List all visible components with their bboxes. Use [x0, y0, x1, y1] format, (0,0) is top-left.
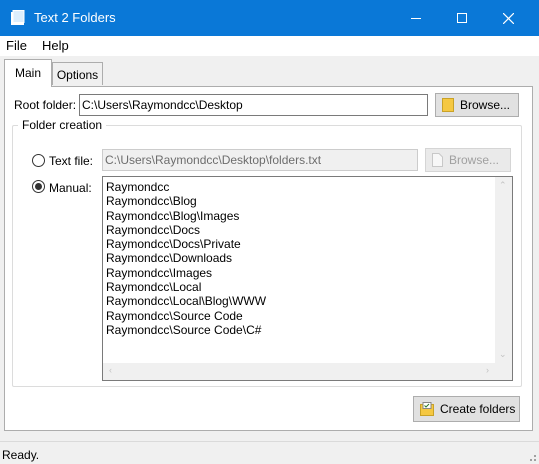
text-file-browse-button[interactable]: Browse... [425, 148, 511, 172]
menu-bar: File Help [0, 36, 539, 56]
vertical-scrollbar[interactable]: ⌃ ⌄ [495, 177, 512, 363]
create-folder-icon [420, 402, 434, 416]
folder-line: Raymondcc\Downloads [106, 251, 233, 266]
window-title: Text 2 Folders [34, 10, 116, 25]
minimize-button[interactable] [393, 0, 439, 36]
text-file-browse-label: Browse... [449, 153, 500, 167]
scroll-down-arrow-icon[interactable]: ⌄ [499, 349, 507, 360]
status-bar: Ready. [0, 441, 539, 464]
folder-icon [442, 98, 454, 112]
scroll-up-arrow-icon[interactable]: ⌃ [499, 180, 507, 191]
folder-app-icon [11, 10, 25, 25]
title-bar: Text 2 Folders [0, 0, 539, 36]
menu-file[interactable]: File [6, 38, 27, 53]
create-folders-label: Create folders [440, 402, 516, 416]
close-icon [502, 12, 514, 24]
close-button[interactable] [485, 0, 531, 36]
root-folder-input[interactable]: C:\Users\Raymondcc\Desktop [79, 94, 428, 116]
root-browse-label: Browse... [460, 98, 511, 112]
status-text: Ready. [2, 448, 40, 462]
resize-grip-icon[interactable] [526, 451, 536, 461]
manual-folder-lines: Raymondcc Raymondcc\Blog Raymondcc\Blog\… [106, 180, 492, 337]
folder-line: Raymondcc\Local [106, 280, 202, 295]
text-file-radio[interactable] [32, 154, 45, 167]
menu-help[interactable]: Help [42, 38, 69, 53]
tab-options[interactable]: Options [52, 62, 103, 85]
folder-line: Raymondcc\Source Code [106, 308, 243, 323]
minimize-icon [411, 18, 421, 19]
folder-line: Raymondcc\Blog [106, 194, 197, 209]
manual-folders-textarea[interactable]: Raymondcc Raymondcc\Blog Raymondcc\Blog\… [102, 176, 513, 381]
root-browse-button[interactable]: Browse... [435, 93, 519, 117]
folder-line: Raymondcc\Blog\Images [106, 208, 240, 223]
maximize-icon [457, 13, 467, 23]
tab-main[interactable]: Main [4, 59, 52, 87]
folder-line: Raymondcc [106, 180, 170, 194]
scroll-right-arrow-icon[interactable]: › [486, 365, 489, 375]
text-file-input[interactable]: C:\Users\Raymondcc\Desktop\folders.txt [102, 149, 418, 171]
tab-options-label: Options [56, 68, 99, 82]
manual-label: Manual: [49, 181, 92, 195]
folder-line: Raymondcc\Docs\Private [106, 237, 241, 252]
folder-creation-title: Folder creation [18, 118, 107, 132]
maximize-button[interactable] [439, 0, 485, 36]
folder-line: Raymondcc\Docs [106, 222, 201, 237]
root-folder-label: Root folder: [14, 98, 77, 112]
horizontal-scrollbar[interactable]: ‹ › [103, 363, 495, 380]
scrollbar-corner [495, 363, 512, 380]
text-file-label: Text file: [49, 154, 94, 168]
create-folders-button[interactable]: Create folders [413, 396, 520, 422]
folder-line: Raymondcc\Local\Blog\WWW [106, 294, 267, 309]
manual-radio[interactable] [32, 180, 45, 193]
tab-strip: Main Options [0, 56, 539, 87]
radio-selected-dot [35, 183, 42, 190]
scroll-left-arrow-icon[interactable]: ‹ [109, 365, 112, 375]
folder-line: Raymondcc\Images [106, 265, 213, 280]
folder-line: Raymondcc\Source Code\C# [106, 322, 262, 337]
tab-main-label: Main [14, 66, 41, 80]
file-icon [432, 153, 443, 167]
